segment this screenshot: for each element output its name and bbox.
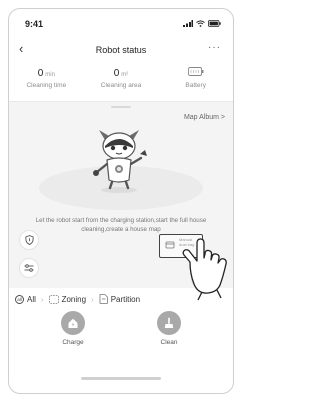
- stat-cleaning-time: 0 min Cleaning time: [9, 67, 84, 101]
- battery-status-icon: [208, 20, 221, 27]
- map-area[interactable]: Map Album > Let the robot start from the…: [9, 101, 233, 301]
- stat-battery: Battery: [158, 67, 233, 101]
- shield-icon: [24, 235, 34, 245]
- zoning-icon: [48, 294, 59, 304]
- side-button-shield[interactable]: [19, 230, 39, 250]
- more-button[interactable]: ···: [208, 42, 221, 53]
- wifi-icon: [196, 20, 205, 27]
- mode-partition-label: Partition: [110, 294, 141, 304]
- clean-button[interactable]: Clean: [147, 311, 191, 346]
- mode-all[interactable]: all All: [15, 295, 36, 304]
- robot-mascot-illustration: [93, 130, 147, 193]
- mode-all-label: All: [27, 294, 36, 304]
- status-time: 9:41: [25, 19, 44, 29]
- status-icons: [183, 20, 221, 27]
- action-row: Charge Clean: [9, 311, 233, 359]
- phone-frame: 9:41 ‹ Robot status ··· 0 min Cleaning ti…: [8, 8, 234, 394]
- cleaning-area-unit: m²: [121, 72, 129, 78]
- home-indicator[interactable]: [81, 377, 161, 380]
- svg-text:all: all: [17, 297, 22, 302]
- cleaning-time-label: Cleaning time: [26, 82, 67, 89]
- clean-circle: [157, 311, 181, 335]
- cleaning-time-value: 0: [37, 68, 44, 79]
- map-album-link[interactable]: Map Album >: [184, 114, 225, 121]
- mode-partition[interactable]: Partition: [99, 294, 140, 304]
- dust-bag-icon: [165, 241, 175, 249]
- drag-handle[interactable]: [111, 106, 131, 108]
- mode-zoning-label: Zoning: [61, 294, 87, 304]
- mode-zoning[interactable]: Zoning: [48, 294, 87, 304]
- cleaning-area-label: Cleaning area: [100, 82, 142, 89]
- side-button-settings[interactable]: [19, 258, 39, 278]
- battery-icon: [187, 67, 204, 76]
- sliders-icon: [24, 264, 34, 272]
- clean-broom-icon: [164, 317, 174, 328]
- cleaning-time-unit: min: [45, 72, 55, 78]
- mode-separator: ›: [91, 294, 94, 304]
- charge-label: Charge: [62, 339, 84, 346]
- all-mode-icon: all: [15, 294, 24, 304]
- mode-separator: ›: [40, 294, 44, 304]
- battery-label: Battery: [185, 82, 206, 89]
- charge-circle: [61, 311, 85, 335]
- signal-icon: [183, 20, 193, 27]
- status-bar: 9:41: [9, 9, 233, 37]
- header-bar: ‹ Robot status ···: [9, 39, 233, 63]
- clean-label: Clean: [160, 339, 178, 346]
- stat-cleaning-area: 0 m² Cleaning area: [84, 67, 159, 101]
- stats-row: 0 min Cleaning time 0 m² Cleaning area Bat…: [9, 67, 233, 101]
- page-title: Robot status: [95, 45, 147, 55]
- partition-icon: [99, 294, 108, 304]
- mode-selector: all All › Zoning › Partition: [9, 291, 233, 307]
- charge-home-icon: [68, 318, 78, 328]
- charge-button[interactable]: Charge: [51, 311, 95, 346]
- cleaning-area-value: 0: [113, 68, 120, 79]
